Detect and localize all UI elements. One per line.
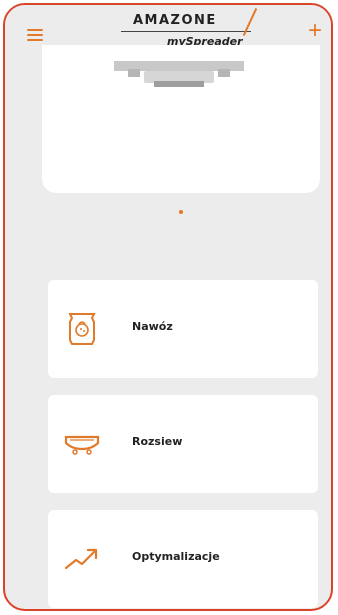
spreader-top-view-icon bbox=[114, 61, 244, 87]
menu-card-label: Rozsiew bbox=[132, 435, 183, 448]
menu-card-label: Nawóz bbox=[132, 320, 173, 333]
menu-card-label: Optymalizacje bbox=[132, 550, 220, 563]
fertilizer-bag-icon bbox=[68, 313, 96, 345]
add-icon[interactable]: + bbox=[303, 19, 327, 43]
hamburger-menu-icon[interactable] bbox=[27, 27, 47, 43]
brand-name: AMAZONE bbox=[133, 13, 217, 28]
menu-card-spreading[interactable]: Rozsiew bbox=[48, 395, 318, 493]
spreader-preview-card[interactable] bbox=[42, 45, 320, 193]
menu-card-fertilizer[interactable]: Nawóz bbox=[48, 280, 318, 378]
brand-underline bbox=[121, 31, 251, 32]
page-indicator-dot[interactable] bbox=[179, 210, 183, 214]
trend-up-icon bbox=[64, 548, 98, 570]
menu-card-optimization[interactable]: Optymalizacje bbox=[48, 510, 318, 608]
spreader-icon bbox=[64, 435, 100, 455]
app-frame: AMAZONE mySpreader + Nawóz Rozsiew Optym… bbox=[3, 3, 333, 611]
